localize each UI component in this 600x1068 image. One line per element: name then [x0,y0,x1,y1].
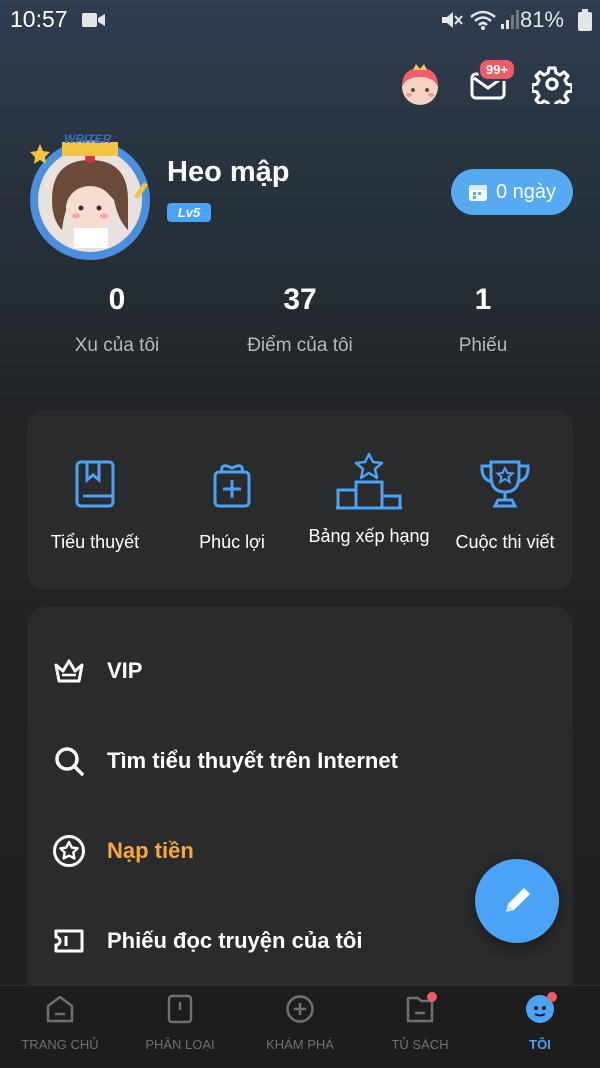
menu-recharge[interactable]: Nạp tiền [52,829,552,873]
menu-label: Tìm tiểu thuyết trên Internet [107,748,398,773]
menu-search-internet[interactable]: Tìm tiểu thuyết trên Internet [52,739,552,783]
shortcut-label: Tiểu thuyết [50,532,140,552]
wifi-icon [470,10,496,30]
check-in-label: 0 ngày [495,180,557,203]
menu-label: VIP [107,658,143,683]
podium-icon [336,452,402,510]
stat-tickets[interactable]: 1 Phiếu [383,283,583,357]
book-icon [75,460,115,508]
shortcut-card: Tiểu thuyết Phúc lợi Bảng xếp hạng Cuộc … [27,410,573,590]
writer-avatar-icon [30,140,150,260]
mute-icon [442,12,463,28]
gift-icon [213,464,251,508]
shortcut-ranking[interactable]: Bảng xếp hạng [301,452,437,547]
shortcut-writing-contest[interactable]: Cuộc thi viết [437,458,573,553]
video-camera-icon [82,13,105,27]
bottom-nav: TRANG CHỦ PHÂN LOẠI KHÁM PHÁ TỦ SÁCH TÔI [0,985,600,1068]
menu-vip[interactable]: VIP [52,649,552,693]
menu-label: Phiếu đọc truyện của tôi [107,928,363,953]
username: Heo mập [167,156,290,188]
shortcut-welfare[interactable]: Phúc lợi [164,458,300,553]
nav-label: TỦ SÁCH [391,1037,449,1052]
notification-dot [547,992,557,1002]
stat-coins[interactable]: 0 Xu của tôi [17,283,217,357]
avatar-frame-label: WRITER [64,132,112,146]
status-time: 10:57 [10,6,68,32]
shortcut-label: Bảng xếp hạng [308,526,430,546]
level-badge: Lv5 [167,203,211,222]
category-icon [167,994,193,1024]
nav-label: PHÂN LOẠI [145,1037,215,1052]
shortcut-label: Phúc lợi [199,532,265,552]
menu-reading-tickets[interactable]: Phiếu đọc truyện của tôi [52,919,552,963]
stat-label: Xu của tôi [74,335,160,356]
mail-badge: 99+ [478,58,517,81]
ticket-icon [52,924,86,958]
nav-category[interactable]: PHÂN LOẠI [120,994,240,1052]
stat-points[interactable]: 37 Điểm của tôi [200,283,400,357]
stat-value: 0 [108,283,126,316]
home-icon [46,995,74,1023]
trophy-icon [480,460,530,508]
gear-icon [530,66,574,110]
check-in-button[interactable]: 0 ngày [451,169,573,215]
nav-label: TRANG CHỦ [21,1037,99,1052]
search-icon [52,744,86,778]
mascot-icon [402,64,438,105]
signal-icon [501,10,519,29]
shortcut-novels[interactable]: Tiểu thuyết [27,458,163,553]
menu-label: Nạp tiền [107,838,194,863]
nav-me[interactable]: TÔI [480,992,600,1052]
battery-percent: 81% [519,7,564,32]
write-fab-button[interactable] [475,859,559,943]
pencil-icon [506,888,530,912]
star-coin-icon [52,834,86,868]
notification-dot [427,992,437,1002]
mascot-avatar-button[interactable] [398,62,442,106]
avatar[interactable]: WRITER [22,130,158,266]
stat-value: 37 [283,283,317,316]
calendar-icon [468,185,487,201]
settings-button[interactable] [530,64,576,110]
crown-icon [52,654,86,688]
nav-bookshelf[interactable]: TỦ SÁCH [360,992,480,1052]
nav-label: TÔI [529,1037,551,1052]
battery-icon [578,9,592,31]
nav-label: KHÁM PHÁ [266,1037,334,1052]
nav-explore[interactable]: KHÁM PHÁ [240,994,360,1052]
stat-label: Điểm của tôi [247,335,353,356]
status-bar: 10:57 81% [0,0,600,40]
stat-value: 1 [474,283,492,316]
explore-icon [286,995,314,1023]
stat-label: Phiếu [458,335,508,356]
nav-home[interactable]: TRANG CHỦ [0,994,120,1052]
shortcut-label: Cuộc thi viết [455,532,555,552]
